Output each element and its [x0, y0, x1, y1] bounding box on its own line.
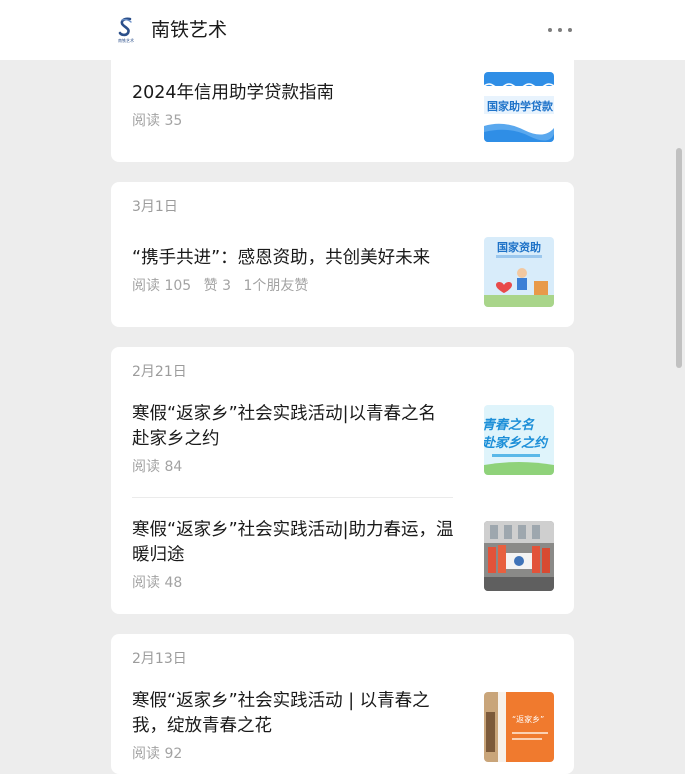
article-title[interactable]: 寒假“返家乡”社会实践活动|助力春运，温暖归途	[132, 518, 457, 568]
thumbnail-image: 青春之名 赴家乡之约	[484, 405, 554, 475]
svg-text:“返家乡”: “返家乡”	[512, 714, 544, 724]
svg-text:赴家乡之约: 赴家乡之约	[484, 435, 549, 451]
svg-text:青春之名: 青春之名	[484, 417, 535, 433]
article-thumbnail[interactable]	[484, 521, 554, 591]
svg-text:国家资助: 国家资助	[497, 240, 541, 254]
read-count: 阅读 105	[132, 278, 192, 294]
article-thumbnail[interactable]: 青春之名 赴家乡之约	[484, 405, 554, 475]
article-item[interactable]: 寒假“返家乡”社会实践活动|以青春之名 赴家乡之约 阅读 84 青春之名 赴家乡…	[111, 402, 574, 477]
article-meta: 阅读 35	[132, 111, 190, 131]
article-item[interactable]: 2024年信用助学贷款指南 阅读 35 国家助学贷款	[111, 72, 574, 142]
read-count: 阅读 48	[132, 575, 183, 591]
group-date: 2月13日	[132, 651, 187, 667]
article-thumbnail[interactable]: 国家助学贷款	[484, 72, 554, 142]
thumbnail-image: 国家助学贷款	[484, 72, 554, 142]
svg-text:南铁艺术: 南铁艺术	[118, 37, 134, 43]
more-dot-icon	[558, 28, 562, 32]
article-group-card: 2月21日 寒假“返家乡”社会实践活动|以青春之名 赴家乡之约 阅读 84 青春…	[111, 347, 574, 614]
article-group-card: 3月1日 “携手共进”：感恩资助，共创美好未来 阅读 105 赞 3 1个朋友赞…	[111, 182, 574, 327]
account-name[interactable]: 南铁艺术	[151, 17, 227, 43]
read-count: 阅读 35	[132, 113, 183, 129]
account-logo[interactable]: 南铁艺术	[114, 16, 138, 44]
article-title[interactable]: “携手共进”：感恩资助，共创美好未来	[132, 246, 457, 271]
article-meta: 阅读 84	[132, 457, 190, 477]
read-count: 阅读 84	[132, 459, 183, 475]
article-item[interactable]: 寒假“返家乡”社会实践活动|助力春运，温暖归途 阅读 48	[111, 518, 574, 593]
thumbnail-photo	[484, 521, 554, 591]
more-dot-icon	[548, 28, 552, 32]
friend-likes: 1个朋友赞	[243, 278, 309, 294]
more-dot-icon	[568, 28, 572, 32]
article-title[interactable]: 2024年信用助学贷款指南	[132, 81, 457, 106]
top-bar: 南铁艺术 南铁艺术	[0, 0, 685, 60]
more-options-button[interactable]	[548, 21, 572, 39]
scrollbar-thumb[interactable]	[676, 148, 682, 368]
like-count: 赞 3	[203, 278, 231, 294]
group-date: 2月21日	[132, 364, 187, 380]
article-title[interactable]: 寒假“返家乡”社会实践活动 | 以青春之我，绽放青春之花	[132, 689, 457, 739]
article-meta: 阅读 105 赞 3 1个朋友赞	[132, 276, 316, 296]
article-group-card: 2月13日 寒假“返家乡”社会实践活动 | 以青春之我，绽放青春之花 阅读 92…	[111, 634, 574, 774]
article-thumbnail[interactable]: 国家资助	[484, 237, 554, 307]
logo-icon: 南铁艺术	[116, 17, 136, 43]
article-title[interactable]: 寒假“返家乡”社会实践活动|以青春之名 赴家乡之约	[132, 402, 457, 452]
article-meta: 阅读 48	[132, 573, 190, 593]
thumbnail-image: 国家资助	[484, 237, 554, 307]
article-meta: 阅读 92	[132, 744, 190, 764]
article-item[interactable]: “携手共进”：感恩资助，共创美好未来 阅读 105 赞 3 1个朋友赞 国家资助	[111, 237, 574, 307]
svg-text:国家助学贷款: 国家助学贷款	[487, 99, 554, 113]
item-divider	[132, 497, 453, 498]
read-count: 阅读 92	[132, 746, 183, 762]
group-date: 3月1日	[132, 199, 178, 215]
